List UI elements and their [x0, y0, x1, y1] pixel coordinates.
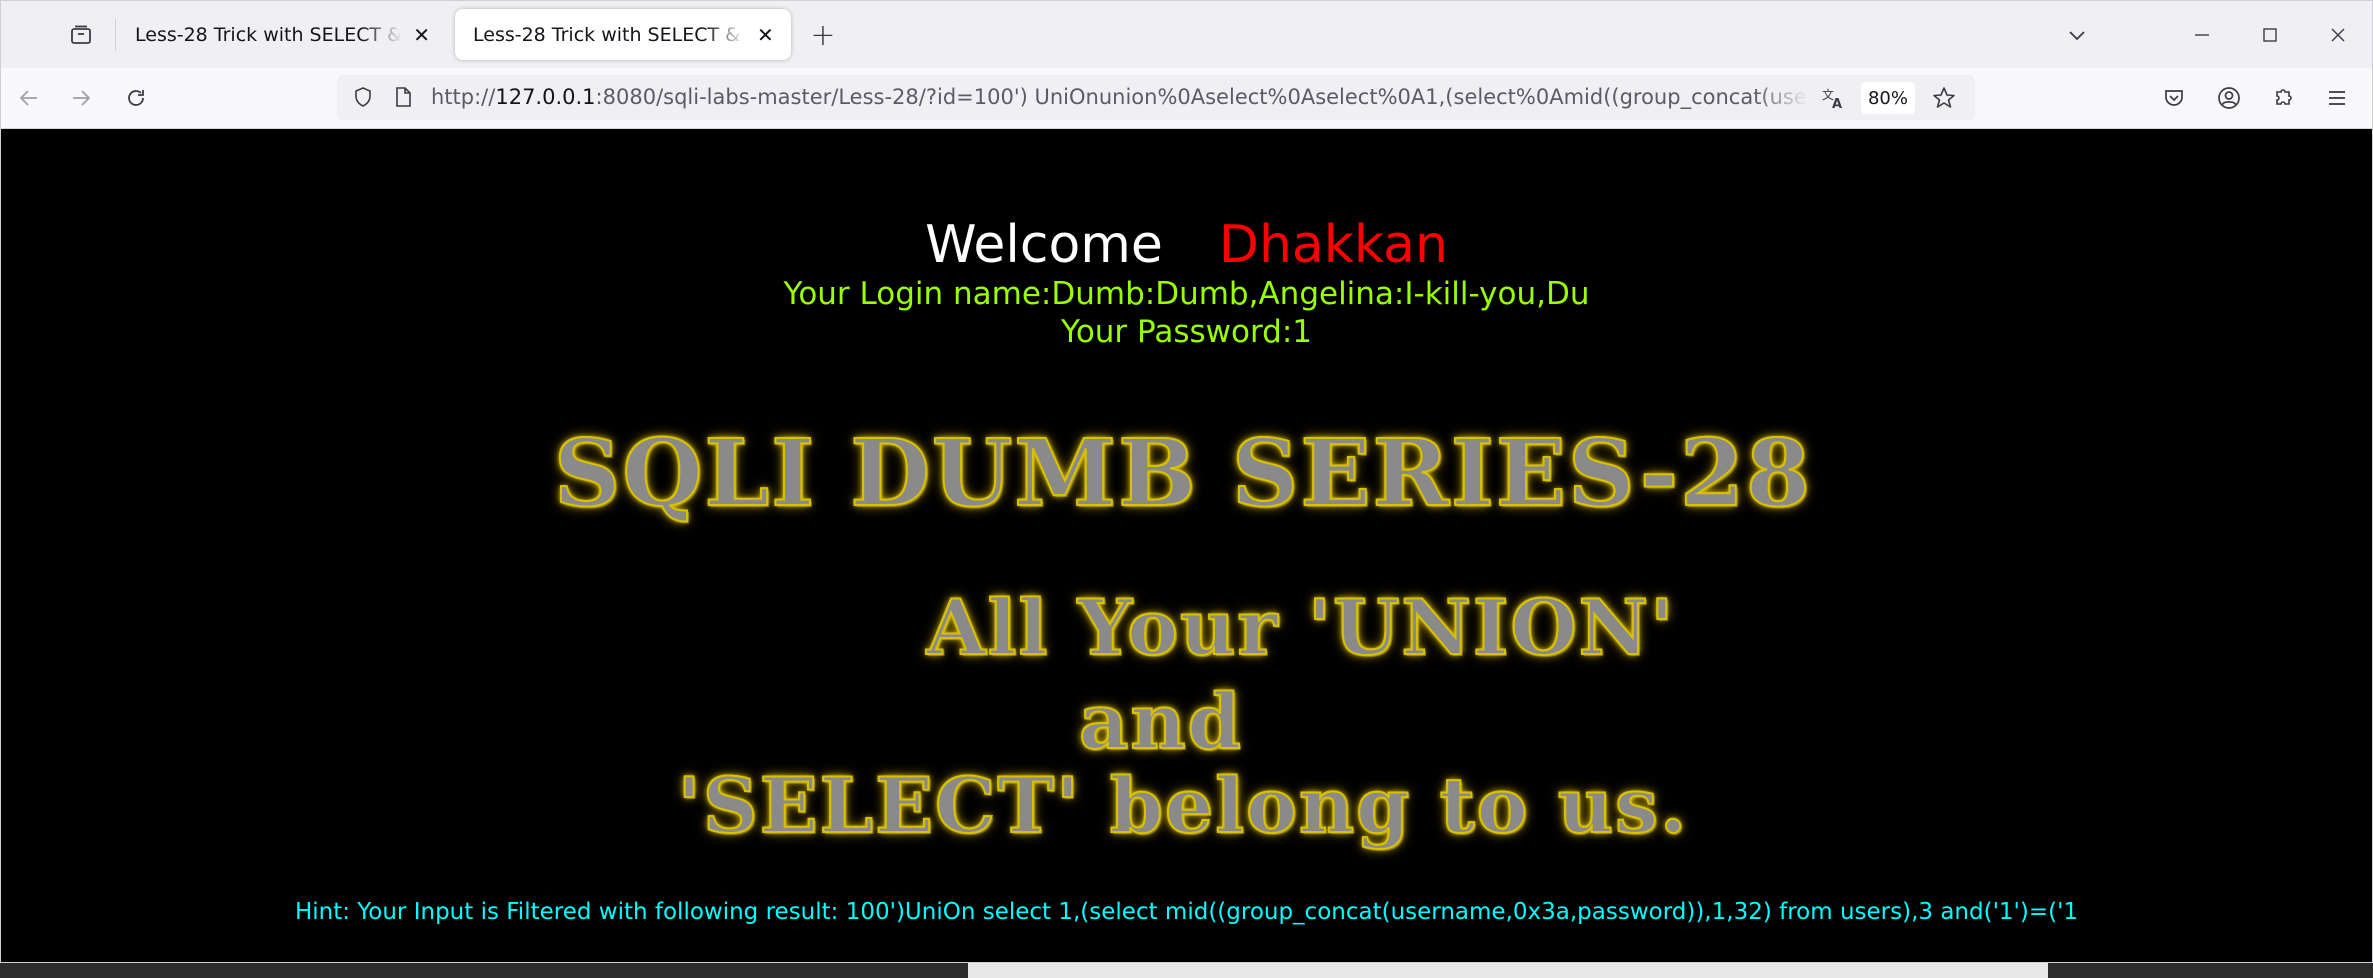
tab-title: Less-28 Trick with SELECT & UNION	[135, 23, 402, 46]
account-icon[interactable]	[2209, 78, 2249, 118]
series-title-banner: SQLI DUMB SERIES-28	[553, 418, 1813, 528]
arrow-left-icon[interactable]	[9, 78, 49, 118]
translate-icon[interactable]: 文A	[1817, 82, 1849, 114]
url-path: :8080/sqli-labs-master/Less-28/?id=100')…	[595, 85, 1809, 109]
puzzle-icon[interactable]	[2263, 78, 2303, 118]
page-content: Welcome Dhakkan Your Login name:Dumb:Dumb…	[1, 129, 2372, 962]
url-bar[interactable]: http://127.0.0.1:8080/sqli-labs-master/L…	[337, 75, 1975, 120]
url-text[interactable]: http://127.0.0.1:8080/sqli-labs-master/L…	[431, 85, 1809, 111]
welcome-heading: Welcome Dhakkan	[1, 215, 2372, 275]
password-text: Your Password:1	[1061, 314, 1312, 350]
plus-icon[interactable]: +	[807, 18, 839, 53]
nav-toolbar: http://127.0.0.1:8080/sqli-labs-master/L…	[1, 68, 2372, 129]
star-icon[interactable]	[1927, 81, 1961, 115]
login-name-text: Your Login name:Dumb:Dumb,Angelina:I-kil…	[783, 276, 1590, 312]
minimize-icon[interactable]	[2182, 15, 2222, 55]
zoom-level-button[interactable]: 80%	[1861, 82, 1915, 114]
reload-icon[interactable]	[116, 78, 156, 118]
svg-text:A: A	[1832, 97, 1842, 111]
tab-less28-active[interactable]: Less-28 Trick with SELECT & UNION ✕	[455, 9, 791, 60]
tab-title: Less-28 Trick with SELECT & UNION	[473, 23, 746, 46]
banner-union-line: All Your 'UNION'	[926, 582, 1676, 673]
welcome-text: Welcome	[925, 215, 1163, 275]
close-icon[interactable]: ✕	[410, 23, 433, 47]
banner-and-line: and	[1078, 676, 1243, 767]
maximize-icon[interactable]	[2250, 15, 2290, 55]
hamburger-icon[interactable]	[2317, 78, 2357, 118]
url-scheme: http://	[431, 85, 496, 109]
arrow-right-icon[interactable]	[61, 78, 101, 118]
close-icon[interactable]: ✕	[754, 23, 777, 47]
tab-strip: Less-28 Trick with SELECT & UNION ✕ Less…	[1, 1, 2372, 68]
browser-window: Less-28 Trick with SELECT & UNION ✕ Less…	[0, 0, 2373, 963]
page-icon[interactable]	[389, 83, 417, 111]
tab-separator	[115, 19, 116, 51]
shield-icon[interactable]	[349, 83, 377, 111]
pocket-icon[interactable]	[2154, 78, 2194, 118]
banner-select-line: 'SELECT' belong to us.	[677, 760, 1689, 851]
background-window	[968, 963, 2048, 978]
hint-text: Hint: Your Input is Filtered with follow…	[294, 899, 2079, 925]
tab-list-icon[interactable]	[63, 19, 99, 51]
tab-less28-first[interactable]: Less-28 Trick with SELECT & UNION ✕	[117, 9, 447, 60]
close-window-icon[interactable]	[2318, 15, 2358, 55]
user-name: Dhakkan	[1218, 215, 1448, 275]
chevron-down-icon[interactable]	[2057, 15, 2097, 55]
url-host: 127.0.0.1	[495, 85, 596, 109]
